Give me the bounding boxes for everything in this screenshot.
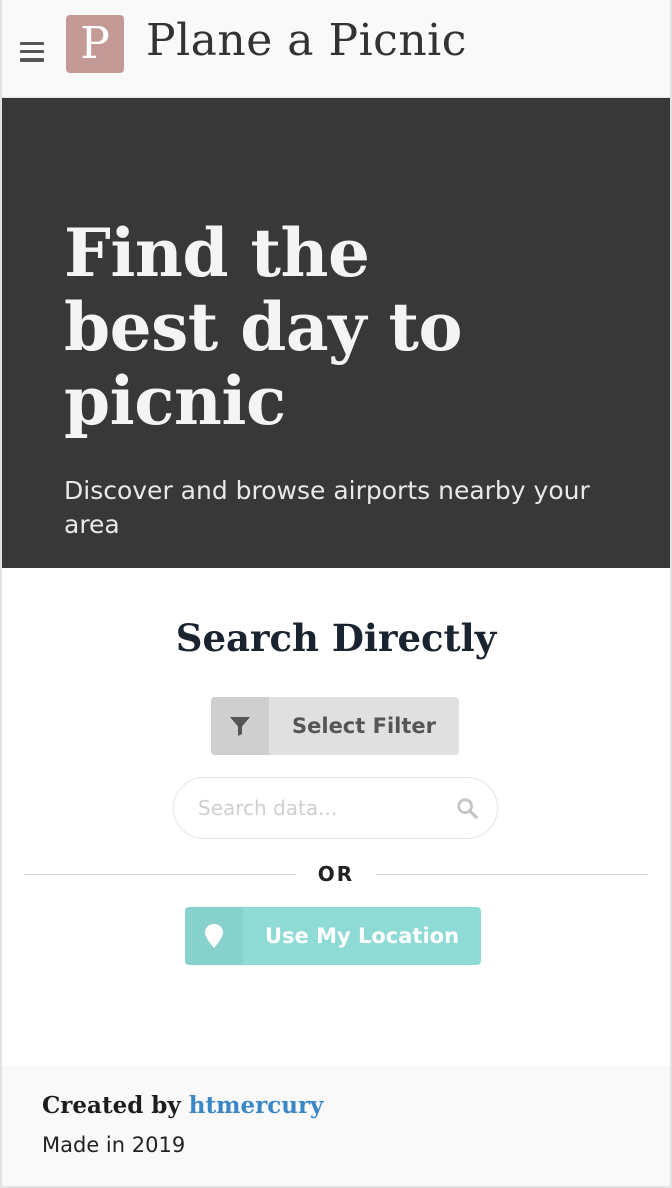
created-by-text: Created by — [42, 1092, 181, 1119]
select-filter-label: Select Filter — [292, 714, 436, 738]
or-divider: OR — [24, 861, 648, 887]
use-my-location-label: Use My Location — [264, 924, 460, 948]
hero-banner: Find the best day to picnic Discover and… — [2, 98, 670, 568]
made-in-text: Made in 2019 — [42, 1133, 186, 1157]
search-icon[interactable] — [453, 794, 481, 822]
top-navbar: P Plane a Picnic — [2, 0, 670, 98]
filter-icon — [211, 697, 269, 755]
divider-line-left — [24, 873, 296, 875]
logo[interactable]: P — [66, 14, 124, 73]
map-pin-icon — [185, 907, 243, 965]
or-label: OR — [317, 862, 355, 886]
page: P Plane a Picnic Find the best day to pi… — [0, 0, 672, 1188]
brand-title[interactable]: Plane a Picnic — [146, 15, 467, 66]
divider-line-right — [376, 873, 648, 875]
footer: Created by htmercury Made in 2019 — [2, 1066, 670, 1186]
hamburger-icon[interactable] — [20, 41, 44, 62]
hero-title: Find the best day to picnic — [64, 214, 463, 440]
search-title: Search Directly — [175, 616, 497, 660]
credit-line: Created by htmercury — [42, 1092, 670, 1119]
author-link[interactable]: htmercury — [189, 1092, 324, 1119]
logo-letter: P — [80, 17, 110, 69]
search-field[interactable] — [173, 777, 498, 839]
search-section: Search Directly Select Filter OR — [2, 568, 670, 1066]
search-input[interactable] — [198, 796, 453, 820]
select-filter-button[interactable]: Select Filter — [211, 697, 459, 755]
use-my-location-button[interactable]: Use My Location — [185, 907, 481, 965]
hero-subtitle: Discover and browse airports nearby your… — [64, 476, 590, 539]
